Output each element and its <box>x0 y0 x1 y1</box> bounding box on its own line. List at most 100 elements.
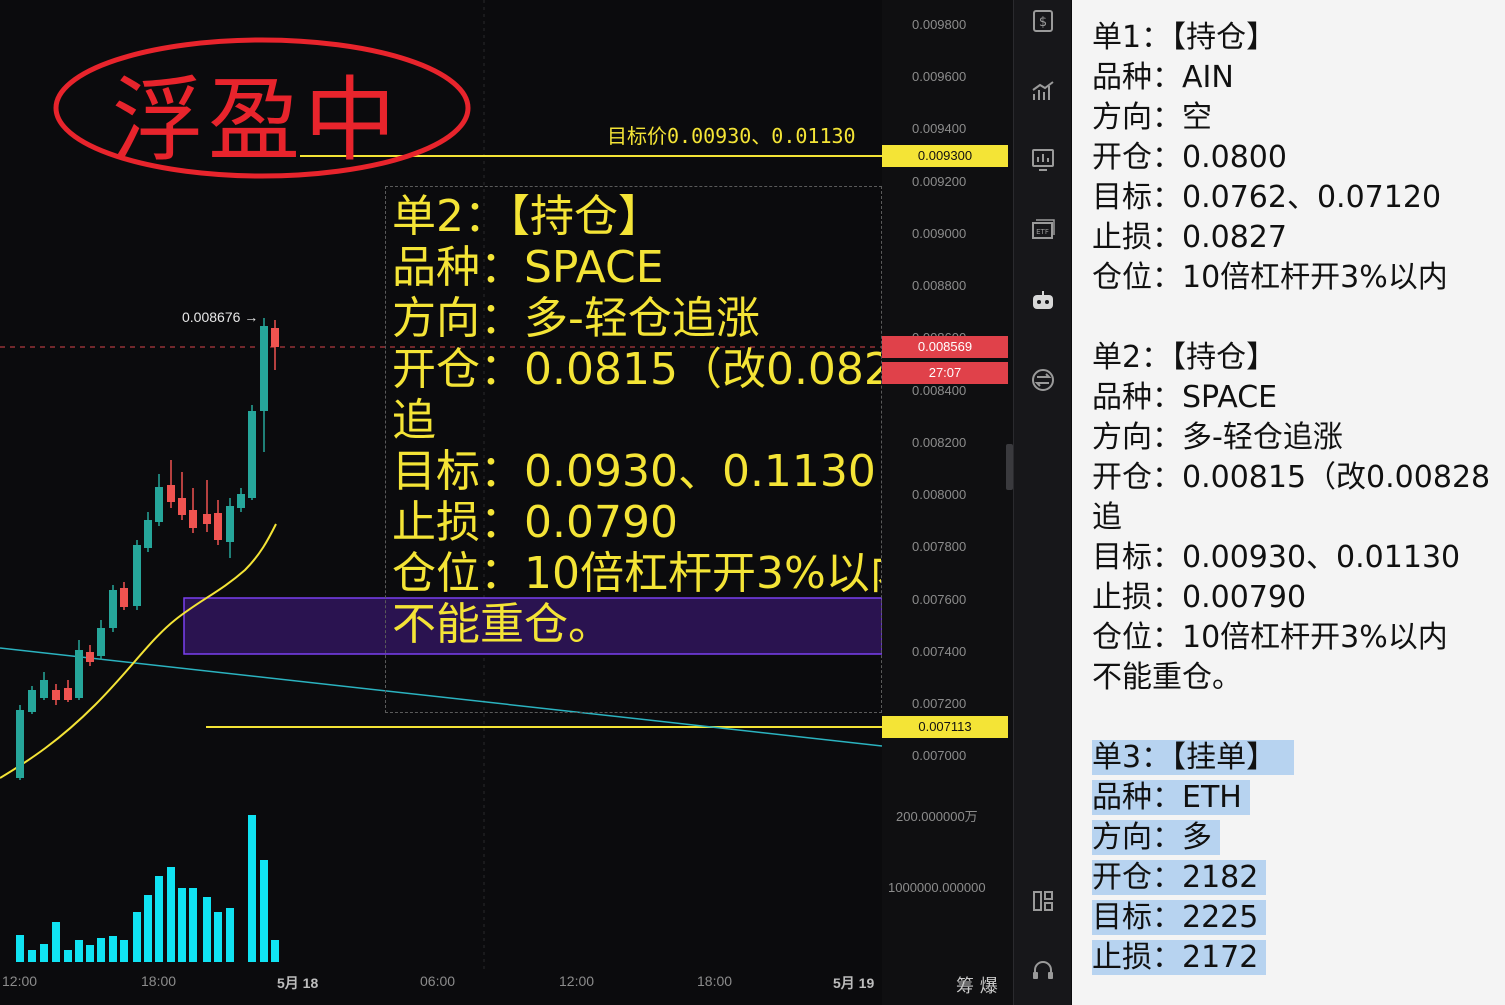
volume-bar <box>52 922 60 962</box>
overlay-line: 追 <box>392 395 436 446</box>
candlestick-chart[interactable]: 浮盈中 目标价0.00930、0.01130 0.008676 → 单2：【持仓… <box>0 0 882 1005</box>
time-axis-label: 18:00 <box>141 973 177 989</box>
candle-body <box>64 688 72 700</box>
volume-tick: 200.000000万 <box>896 809 978 824</box>
candle-body <box>97 628 105 656</box>
note-line: 方向：空 <box>1092 100 1212 135</box>
target-price-label: 目标价0.00930、0.01130 <box>607 124 856 148</box>
note-line: 单1：【持仓】 <box>1092 20 1277 55</box>
price-tick: 0.008400 <box>912 383 967 398</box>
note-line: 不能重仓。 <box>1092 660 1242 695</box>
volume-bar <box>226 908 234 962</box>
stamp-text: 浮盈中 <box>112 67 401 174</box>
price-tick: 0.009400 <box>912 121 967 136</box>
growth-chart-icon[interactable] <box>1030 78 1056 104</box>
volume-bar <box>64 950 72 962</box>
time-axis-label: 12:00 <box>559 973 595 989</box>
candle-body <box>203 514 211 524</box>
volume-bar <box>189 888 197 962</box>
note-line: 仓位：10倍杠杆开3%以内 <box>1092 260 1448 295</box>
target-price-tag: 0.009300 <box>882 145 1008 167</box>
countdown-tag: 27:07 <box>882 362 1008 384</box>
note-line: 止损：0.00790 <box>1092 580 1307 615</box>
price-tick: 0.009200 <box>912 174 967 189</box>
candle-body <box>248 411 256 498</box>
candle-body <box>214 513 222 540</box>
volume-bar <box>203 897 211 962</box>
price-tick: 0.007000 <box>912 748 967 763</box>
current-price-tag: 0.008569 <box>882 336 1008 358</box>
peak-price-label: 0.008676 → <box>182 309 259 325</box>
note-line: 品种：AIN <box>1092 60 1234 95</box>
order2-text-overlay[interactable]: 单2：【持仓】 品种：SPACE 方向：多-轻仓追涨 开仓：0.0815（改0.… <box>385 186 882 713</box>
overlay-line: 目标：0.0930、0.1130 <box>392 446 876 497</box>
overlay-line: 单2：【持仓】 <box>392 191 662 242</box>
volume-bar <box>28 950 36 962</box>
note-line: 单3：【挂单】 <box>1092 740 1295 775</box>
note-line: 开仓：2182 <box>1092 860 1267 895</box>
headset-icon[interactable] <box>1030 958 1056 984</box>
note-line: 止损：2172 <box>1092 940 1267 975</box>
dollar-icon[interactable]: $ <box>1030 8 1056 34</box>
price-tick: 0.007400 <box>912 644 967 659</box>
order3-notes-selected[interactable]: 单3：【挂单】 品种：ETH 方向：多 开仓：2182 目标：2225 止损：2… <box>1092 738 1295 978</box>
volume-bar <box>16 935 24 962</box>
swap-icon[interactable] <box>1030 367 1056 393</box>
order1-notes[interactable]: 单1：【持仓】 品种：AIN 方向：空 开仓：0.0800 目标：0.0762、… <box>1092 18 1448 298</box>
etf-icon[interactable]: ETF <box>1030 217 1056 243</box>
volume-bar <box>214 912 222 962</box>
robot-icon[interactable] <box>1030 288 1056 314</box>
candle-body <box>133 545 141 606</box>
note-line: 方向：多 <box>1092 820 1220 855</box>
note-line: 止损：0.0827 <box>1092 220 1287 255</box>
price-tick: 0.008200 <box>912 435 967 450</box>
collapse-handle[interactable] <box>1006 444 1013 490</box>
volume-tick: 1000000.000000 <box>888 880 986 895</box>
price-tick: 0.008800 <box>912 278 967 293</box>
time-axis-label: 5月 19 <box>833 975 875 991</box>
note-line: 开仓：0.00815（改0.00828 <box>1092 460 1491 495</box>
volume-bar <box>155 876 163 962</box>
candle-body <box>40 680 48 698</box>
candle-body <box>226 506 234 542</box>
candle-body <box>75 650 83 698</box>
candle-body <box>167 485 175 502</box>
volume-bar <box>248 815 256 962</box>
candle-body <box>237 494 245 508</box>
bottom-tool-labels[interactable]: 筹 爆 <box>956 972 998 998</box>
time-axis-label: 18:00 <box>697 973 733 989</box>
support-price-tag: 0.007113 <box>882 716 1008 738</box>
volume-bar <box>260 860 268 962</box>
right-toolbar: $ ETF <box>1013 0 1071 1005</box>
volume-bar <box>109 936 117 962</box>
price-tick: 0.008000 <box>912 487 967 502</box>
note-line: 仓位：10倍杠杆开3%以内 <box>1092 620 1448 655</box>
svg-text:$: $ <box>1039 15 1047 30</box>
price-axis[interactable]: 0.009800 0.009600 0.009400 0.009200 0.00… <box>882 0 1013 1005</box>
price-tick: 0.009600 <box>912 69 967 84</box>
order2-notes[interactable]: 单2：【持仓】 品种：SPACE 方向：多-轻仓追涨 开仓：0.00815（改0… <box>1092 338 1490 698</box>
price-tick: 0.009000 <box>912 226 967 241</box>
monitor-chart-icon[interactable] <box>1030 147 1056 173</box>
svg-text:ETF: ETF <box>1036 228 1049 236</box>
note-line: 品种：SPACE <box>1092 380 1278 415</box>
overlay-line: 开仓：0.0815（改0.0828 <box>392 344 882 395</box>
candle-body <box>189 510 197 528</box>
candle-body <box>260 326 268 411</box>
candles-group <box>16 318 279 780</box>
note-line: 方向：多-轻仓追涨 <box>1092 420 1343 455</box>
layout-icon[interactable] <box>1030 888 1056 914</box>
candle-body <box>16 710 24 778</box>
order-notes-panel[interactable]: 单1：【持仓】 品种：AIN 方向：空 开仓：0.0800 目标：0.0762、… <box>1072 0 1505 1005</box>
candle-body <box>120 588 128 607</box>
volume-bar <box>133 912 141 962</box>
candle-body <box>178 498 186 515</box>
candle-body <box>155 487 163 522</box>
candle-body <box>109 590 117 628</box>
note-line: 目标：0.0762、0.07120 <box>1092 180 1442 215</box>
candle-body <box>144 520 152 548</box>
volume-bars-group <box>16 815 279 962</box>
price-tick: 0.007200 <box>912 696 967 711</box>
volume-bar <box>178 888 186 962</box>
volume-bar <box>144 895 152 962</box>
